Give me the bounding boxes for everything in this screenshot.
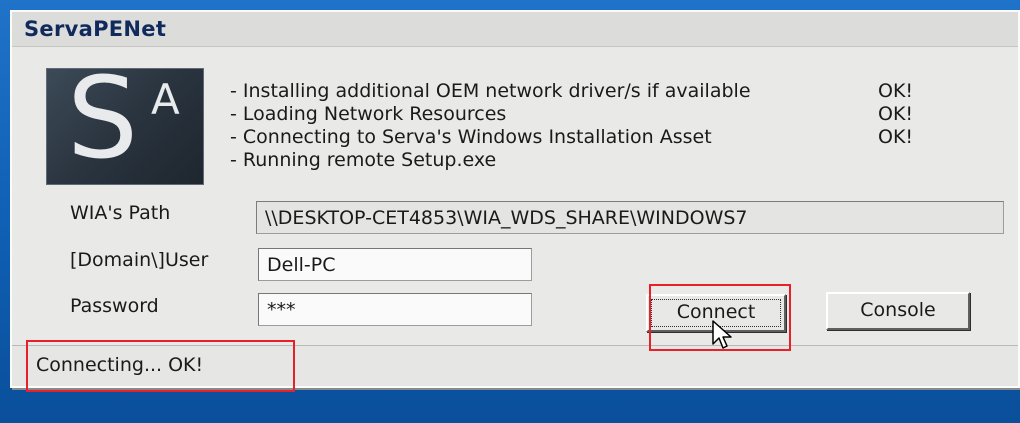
console-button[interactable]: Console [826, 292, 970, 330]
wia-path-field: \\DESKTOP-CET4853\WIA_WDS_SHARE\WINDOWS7 [256, 201, 1004, 234]
status-bar-text: Connecting... OK! [36, 354, 204, 376]
user-input[interactable]: Dell-PC [258, 248, 532, 281]
status-line-text: - Connecting to Serva's Windows Installa… [230, 126, 712, 148]
logo-letter-s: S [67, 68, 139, 184]
status-line-install-drivers: - Installing additional OEM network driv… [230, 80, 1000, 103]
mouse-pointer-icon [712, 320, 732, 349]
status-line-text: - Installing additional OEM network driv… [230, 80, 751, 102]
progress-status-list: - Installing additional OEM network driv… [230, 80, 1000, 172]
wia-path-label: WIA's Path [70, 202, 171, 224]
status-line-result: OK! [878, 126, 914, 148]
status-line-connect-asset: - Connecting to Serva's Windows Installa… [230, 126, 1000, 149]
status-line-text: - Running remote Setup.exe [230, 149, 497, 171]
desktop-background: ServaPENet S A - Installing additional O… [0, 0, 1020, 423]
serva-logo: S A [46, 68, 204, 185]
status-line-result: OK! [878, 80, 914, 102]
servapenet-window: ServaPENet S A - Installing additional O… [10, 10, 1020, 388]
password-label: Password [70, 295, 159, 317]
status-bar: Connecting... OK! [12, 345, 1018, 386]
status-line-text: - Loading Network Resources [230, 103, 507, 125]
status-line-load-resources: - Loading Network Resources OK! [230, 103, 1000, 126]
window-title: ServaPENet [24, 17, 167, 41]
logo-letter-a: A [151, 75, 180, 124]
title-bar[interactable]: ServaPENet [12, 12, 1018, 47]
user-label: [Domain\]User [70, 249, 209, 271]
status-line-result: OK! [878, 103, 914, 125]
status-line-run-setup: - Running remote Setup.exe [230, 149, 1000, 172]
password-input[interactable]: *** [258, 293, 532, 326]
